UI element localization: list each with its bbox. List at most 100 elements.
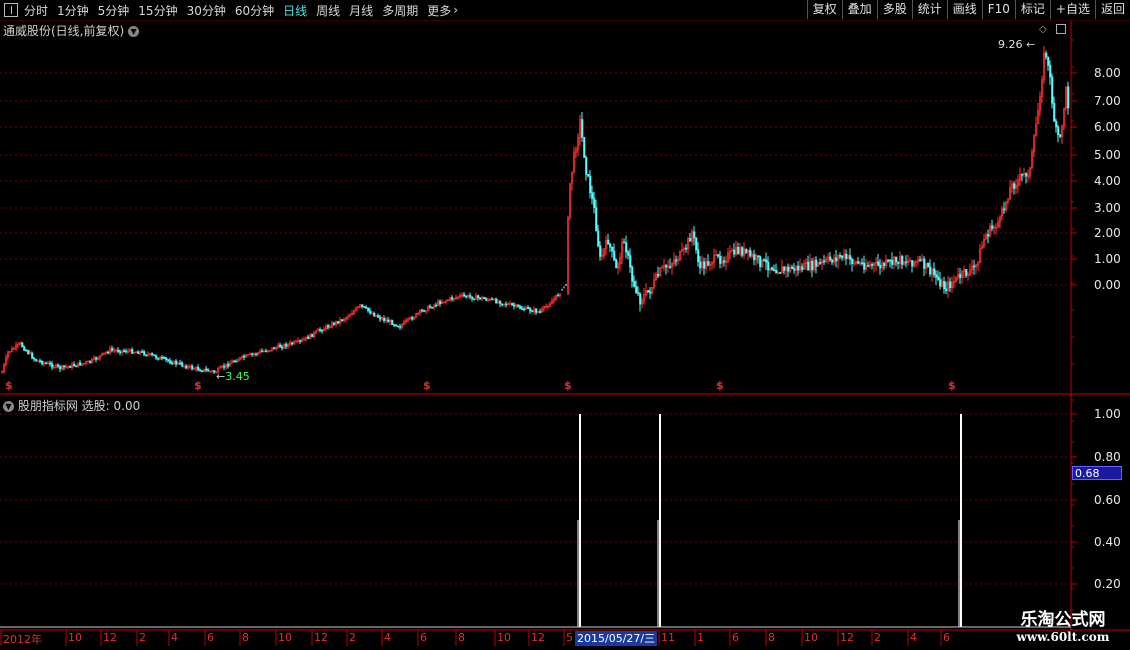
candle-body [737,246,740,254]
candle-body [807,261,810,271]
candle-body [63,365,66,368]
candle-body [49,362,52,365]
candle-body [887,259,890,262]
high-price-label: 9.26 ← [998,38,1036,51]
date-axis-label: 11 [661,631,675,644]
candle-body [693,231,696,239]
candle-body [745,248,748,253]
candle-body [857,261,860,264]
candle-body [611,246,614,252]
watermark-url: www.60lt.com [1016,630,1110,644]
candle-body [185,365,188,369]
candle-body [59,365,62,370]
candle-body [227,363,230,367]
candle-body [327,325,330,328]
candle-body [1,371,4,374]
kline-chart[interactable] [0,0,1130,650]
candle-body [1059,134,1062,137]
candle-body [625,242,628,253]
candle-body [767,261,770,271]
candle-body [333,322,336,325]
candle-body [161,356,164,359]
candle-body [943,281,946,290]
candle-body [597,230,600,247]
candle-body [595,207,598,232]
date-axis-label: 6 [732,631,739,644]
candle-body [877,261,880,266]
candle-body [623,241,626,244]
candle-body [193,368,196,371]
candle-body [1049,65,1052,78]
candle-body [1053,102,1056,122]
candle-body [485,298,488,301]
indicator-axis-label: 1.00 [1094,407,1121,421]
candle-body [73,363,76,367]
candle-body [749,249,752,257]
candle-body [169,360,172,364]
candle-body [423,310,426,312]
date-axis-label: 6 [420,631,427,644]
price-axis-label: 2.00 [1094,226,1121,240]
candle-body [775,269,778,274]
candle-body [311,333,314,338]
date-axis-label: 10 [497,631,511,644]
candle-body [811,260,814,271]
candle-body [717,254,720,257]
indicator-axis-label: 0.40 [1094,535,1121,549]
candle-body [889,259,892,262]
candle-body [883,262,886,267]
candle-body [949,281,952,288]
candle-body [517,304,520,307]
candle-body [835,257,838,262]
candle-body [897,261,900,265]
buy-signal-marker: $ [948,379,956,392]
candle-body [37,360,40,363]
candle-body [927,262,930,268]
candle-body [791,266,794,269]
indicator-axis-label: 0.60 [1094,493,1121,507]
candle-body [383,317,386,321]
candle-body [199,369,202,372]
candle-body [395,324,398,327]
candle-body [519,306,522,309]
date-axis-label: 8 [458,631,465,644]
candle-body [285,343,288,347]
candle-body [69,365,72,368]
candle-body [797,265,800,271]
candle-body [929,266,932,275]
candle-body [629,255,632,268]
price-axis-label: 6.00 [1094,120,1121,134]
candle-body [891,259,894,265]
candle-body [939,279,942,287]
price-axis-label: 0.00 [1094,278,1121,292]
candle-body [733,249,736,255]
candle-body [531,310,534,313]
candle-body [75,365,78,368]
date-axis-label: 6 [943,631,950,644]
candle-body [539,311,542,313]
candle-body [361,304,364,307]
candle-body [51,363,54,368]
candle-body [233,360,236,363]
candle-body [585,157,588,175]
candle-body [851,258,854,264]
candle-body [581,119,584,138]
date-axis-label: 6 [207,631,214,644]
candle-body [779,272,782,274]
candle-body [905,261,908,264]
candle-body [1045,52,1048,58]
candle-body [867,265,870,267]
candle-body [879,264,882,269]
candle-body [499,301,502,305]
candle-body [95,357,98,360]
candle-body [491,298,494,301]
candle-body [163,357,166,359]
candle-body [923,258,926,269]
candle-body [901,255,904,265]
date-axis-label: 4 [171,631,178,644]
watermark-title: 乐淘公式网 [1020,610,1106,630]
date-axis-label: 2 [139,631,146,644]
candle-body [411,317,414,320]
candle-body [639,293,642,305]
price-axis-label: 3.00 [1094,201,1121,215]
